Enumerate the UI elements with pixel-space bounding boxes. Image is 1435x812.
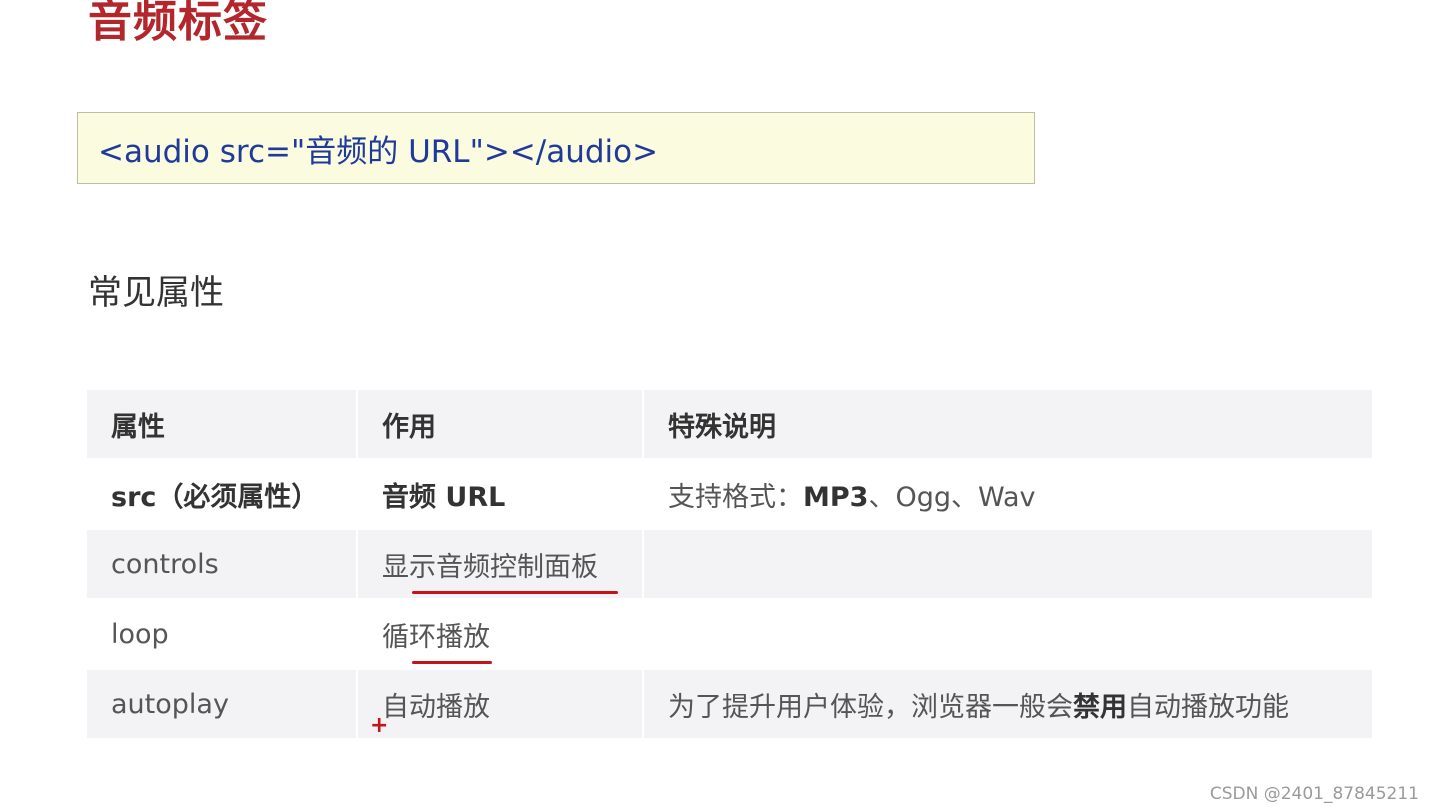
attr-cell: autoplay: [85, 668, 358, 740]
note-bold-text: MP3: [803, 481, 869, 513]
effect-text-wrap: 循环播放: [382, 615, 492, 664]
note-text: 自动播放功能: [1127, 691, 1289, 723]
note-text: 、Ogg、Wav: [868, 481, 1036, 513]
table-header-row: 属性 作用 特殊说明: [85, 388, 1374, 460]
note-text: 支持格式：: [668, 481, 803, 513]
table-header-cell: 属性: [85, 388, 358, 460]
page-title: 音频标签: [88, 0, 268, 47]
cursor-plus-mark: +: [370, 713, 389, 738]
note-cell: [642, 598, 1374, 670]
note-cell: 支持格式：MP3、Ogg、Wav: [642, 458, 1374, 530]
section-title: 常见属性: [88, 273, 224, 313]
note-text: 为了提升用户体验，浏览器一般会: [668, 691, 1073, 723]
effect-cell: 显示音频控制面板: [356, 528, 644, 600]
effect-text: 循环播放: [382, 621, 490, 653]
effect-text: 显示音频控制面板: [382, 551, 598, 583]
table-row: src（必须属性） 音频 URL 支持格式：MP3、Ogg、Wav: [85, 458, 1374, 530]
attr-cell: loop: [85, 598, 358, 670]
table-row: loop 循环播放: [85, 598, 1374, 670]
red-underline-annotation: [412, 590, 618, 594]
note-cell: [642, 528, 1374, 600]
attributes-table: 属性 作用 特殊说明 src（必须属性） 音频 URL 支持格式：MP3、Ogg…: [85, 388, 1374, 740]
effect-cell: 音频 URL: [356, 458, 644, 530]
table-header-cell: 作用: [356, 388, 644, 460]
table-row: autoplay 自动播放 为了提升用户体验，浏览器一般会禁用自动播放功能: [85, 668, 1374, 740]
attr-cell: controls: [85, 528, 358, 600]
effect-cell: 自动播放: [356, 668, 644, 740]
code-example-box: <audio src="音频的 URL"></audio>: [77, 112, 1035, 184]
note-cell: 为了提升用户体验，浏览器一般会禁用自动播放功能: [642, 668, 1374, 740]
slide-page: 音频标签 <audio src="音频的 URL"></audio> 常见属性 …: [0, 0, 1435, 812]
attr-cell: src（必须属性）: [85, 458, 358, 530]
table-row: controls 显示音频控制面板: [85, 528, 1374, 600]
table-header-cell: 特殊说明: [642, 388, 1374, 460]
red-underline-annotation: [412, 660, 492, 664]
effect-text-wrap: 显示音频控制面板: [382, 545, 618, 594]
effect-cell: 循环播放: [356, 598, 644, 670]
note-bold-text: 禁用: [1073, 691, 1127, 723]
code-example-text: <audio src="音频的 URL"></audio>: [98, 133, 659, 170]
watermark-text: CSDN @2401_87845211: [1209, 784, 1419, 804]
